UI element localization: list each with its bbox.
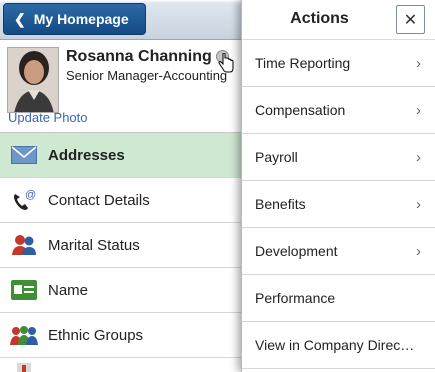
actions-title: Actions xyxy=(290,10,349,27)
chevron-right-icon: › xyxy=(416,242,421,260)
envelope-icon xyxy=(0,146,48,164)
hand-cursor-icon xyxy=(218,53,234,73)
nav-item-label: Name xyxy=(48,281,89,299)
profile-name: Rosanna Channing xyxy=(66,48,212,65)
id-card-icon xyxy=(0,280,48,300)
nav-item-addresses[interactable]: Addresses xyxy=(0,133,243,178)
update-photo-link[interactable]: Update Photo xyxy=(8,110,88,125)
nav-item-label: Addresses xyxy=(48,146,125,164)
chevron-right-icon: › xyxy=(416,195,421,213)
people-icon xyxy=(0,234,48,256)
nav-item-name[interactable]: Name xyxy=(0,268,243,313)
close-button[interactable]: ✕ xyxy=(396,5,425,34)
action-label: Performance xyxy=(255,290,336,306)
chevron-right-icon: › xyxy=(416,54,421,72)
close-icon: ✕ xyxy=(403,11,418,29)
home-button-label: My Homepage xyxy=(33,11,129,27)
chevron-right-icon: › xyxy=(416,148,421,166)
action-label: Benefits xyxy=(255,196,306,212)
nav-item-contact-details[interactable]: @ Contact Details xyxy=(0,178,243,223)
action-label: View in Company Direc… xyxy=(255,337,415,353)
nav-item-partial[interactable] xyxy=(0,358,243,372)
action-label: Payroll xyxy=(255,149,298,165)
actions-header: Actions ✕ xyxy=(242,0,435,40)
actions-popup: Actions ✕ Time Reporting › Compensation … xyxy=(241,0,435,372)
my-homepage-button[interactable]: ❮ My Homepage xyxy=(3,3,146,35)
profile-photo xyxy=(7,47,59,113)
nav-item-marital-status[interactable]: Marital Status xyxy=(0,223,243,268)
nav-item-ethnic-groups[interactable]: Ethnic Groups xyxy=(0,313,243,358)
nav-item-label: Contact Details xyxy=(48,191,150,209)
medical-icon xyxy=(0,361,48,372)
action-development[interactable]: Development › xyxy=(242,228,435,275)
action-payroll[interactable]: Payroll › xyxy=(242,134,435,181)
left-navigation-list: Addresses @ Contact Details Marital Stat… xyxy=(0,133,243,372)
action-label: Compensation xyxy=(255,102,346,118)
profile-title: Senior Manager-Accounting xyxy=(66,68,228,83)
chevron-left-icon: ❮ xyxy=(14,10,26,27)
chevron-right-icon: › xyxy=(416,101,421,119)
nav-item-label: Ethnic Groups xyxy=(48,326,144,344)
nav-item-label: Marital Status xyxy=(48,236,140,254)
action-benefits[interactable]: Benefits › xyxy=(242,181,435,228)
action-view-company-directory[interactable]: View in Company Direc… xyxy=(242,322,435,369)
action-label: Development xyxy=(255,243,338,259)
group-icon xyxy=(0,324,48,346)
svg-text:@: @ xyxy=(25,189,36,201)
phone-icon: @ xyxy=(0,188,48,212)
action-performance[interactable]: Performance xyxy=(242,275,435,322)
action-compensation[interactable]: Compensation › xyxy=(242,87,435,134)
action-label: Time Reporting xyxy=(255,55,351,71)
profile-panel: Rosanna Channing Senior Manager-Accounti… xyxy=(0,40,243,128)
action-time-reporting[interactable]: Time Reporting › xyxy=(242,40,435,87)
